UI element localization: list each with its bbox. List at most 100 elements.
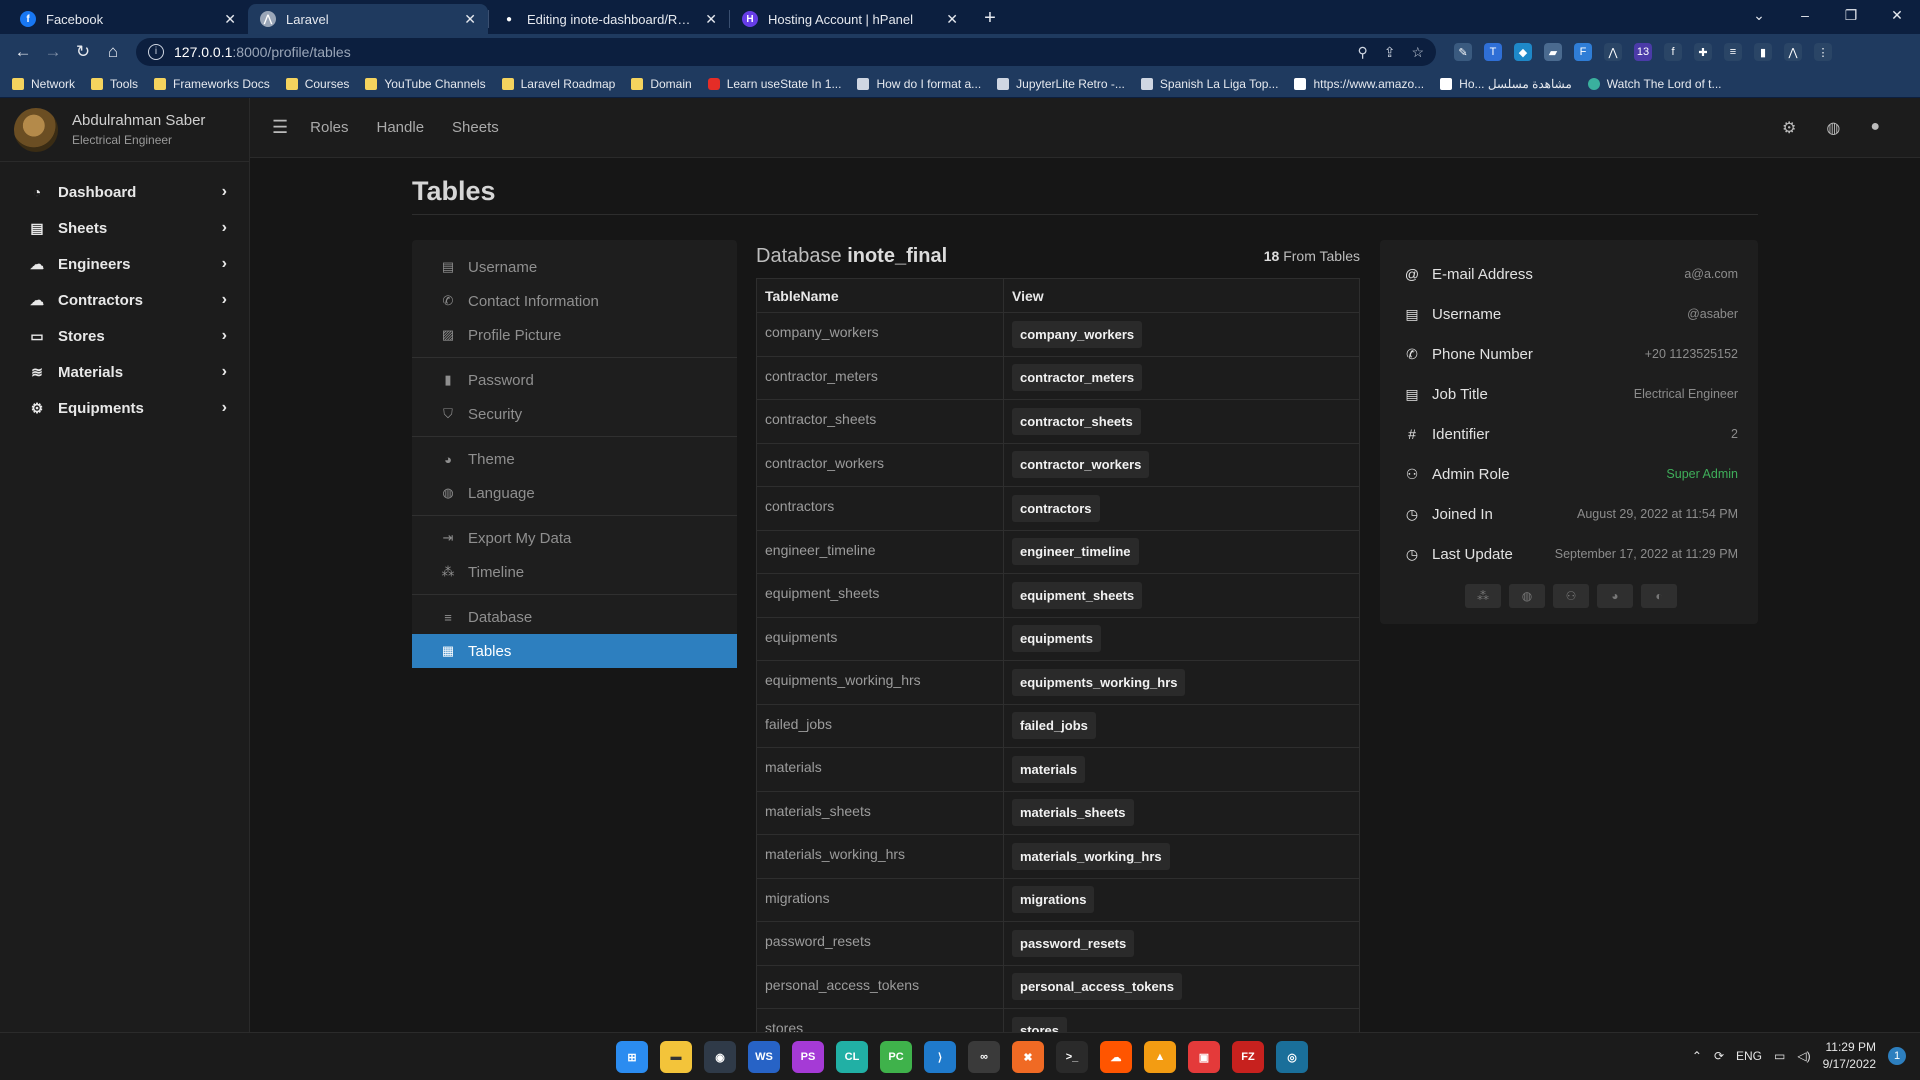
view-table-button[interactable]: stores [1012,1016,1068,1032]
minimize-button[interactable]: – [1782,0,1828,30]
extension-counter-icon[interactable]: 13 [1634,43,1652,61]
bookmark-item[interactable]: Network [12,77,75,91]
sidebar-item-materials[interactable]: ≋ Materials › [0,354,249,390]
extension-blue-icon[interactable]: ◆ [1514,43,1532,61]
view-table-button[interactable]: failed_jobs [1012,712,1096,740]
pycharm-icon[interactable]: PC [880,1041,912,1073]
sidebar-item-equipments[interactable]: ⚙ Equipments › [0,390,249,426]
app-blue-icon[interactable]: ◎ [1276,1041,1308,1073]
view-table-button[interactable]: materials [1012,755,1086,783]
sidebar-item-sheets[interactable]: ▤ Sheets › [0,210,249,246]
settings-item-timeline[interactable]: ⁂ Timeline [412,555,737,589]
language-icon[interactable]: ◐ [1641,584,1677,608]
bookmark-item[interactable]: https://www.amazo... [1294,77,1424,91]
side-panel-icon[interactable]: ▮ [1754,43,1772,61]
bookmark-star-icon[interactable]: ☆ [1411,44,1424,61]
address-bar[interactable]: i 127.0.0.1:8000/profile/tables ⚲ ⇪ ☆ [136,38,1436,66]
app-red-icon[interactable]: ▣ [1188,1041,1220,1073]
browser-tab[interactable]: f Facebook ✕ [8,4,248,34]
settings-item-database[interactable]: ≡ Database [412,600,737,634]
sidebar-item-contractors[interactable]: ☁ Contractors › [0,282,249,318]
bookmark-item[interactable]: Spanish La Liga Top... [1140,77,1278,91]
vscode-icon[interactable]: ⟩ [924,1041,956,1073]
account-user-icon[interactable]: ● [1870,118,1880,138]
sidebar-item-engineers[interactable]: ☁ Engineers › [0,246,249,282]
new-tab-button[interactable]: + [976,4,1004,32]
settings-item-password[interactable]: ▮ Password [412,363,737,397]
view-table-button[interactable]: equipments_working_hrs [1012,668,1186,696]
bookmark-item[interactable]: How do I format a... [857,77,981,91]
settings-gear-icon[interactable]: ⚙ [1782,118,1796,138]
bookmark-item[interactable]: Tools [91,77,138,91]
view-table-button[interactable]: contractors [1012,494,1100,522]
filezilla-icon[interactable]: FZ [1232,1041,1264,1073]
nav-link-handle[interactable]: Handle [377,119,425,136]
palette-icon[interactable]: ◕ [1597,584,1633,608]
clion-icon[interactable]: CL [836,1041,868,1073]
xampp-icon[interactable]: ✖ [1012,1041,1044,1073]
language-globe-icon[interactable]: ◍ [1826,118,1840,138]
sidebar-item-stores[interactable]: ▭ Stores › [0,318,249,354]
profile-icon[interactable]: ⋀ [1784,43,1802,61]
tables-list[interactable]: TableName View company_workers company_wo… [756,278,1360,1032]
bookmark-item[interactable]: Domain [631,77,692,91]
extension-pen-icon[interactable]: ✎ [1454,43,1472,61]
view-table-button[interactable]: contractor_meters [1012,364,1143,392]
restore-button[interactable]: ❐ [1828,0,1874,30]
reload-button[interactable]: ↻ [68,37,98,67]
volume-icon[interactable]: ◁) [1797,1049,1810,1063]
clock[interactable]: 11:29 PM 9/17/2022 [1823,1039,1876,1073]
close-tab-icon[interactable]: ✕ [705,11,717,28]
view-table-button[interactable]: contractor_workers [1012,451,1150,479]
settings-item-theme[interactable]: ◕ Theme [412,442,737,476]
forward-button[interactable]: → [38,37,68,67]
bookmark-item[interactable]: JupyterLite Retro -... [997,77,1125,91]
view-table-button[interactable]: contractor_sheets [1012,407,1141,435]
nav-link-roles[interactable]: Roles [310,119,348,136]
extensions-puzzle-icon[interactable]: ✚ [1694,43,1712,61]
view-table-button[interactable]: engineer_timeline [1012,538,1139,566]
file-explorer-icon[interactable]: ▬ [660,1041,692,1073]
back-button[interactable]: ← [8,37,38,67]
view-table-button[interactable]: personal_access_tokens [1012,973,1182,1001]
browser-tab[interactable]: ⋀ Laravel ✕ [248,4,488,34]
sidebar-item-dashboard[interactable]: ◔ Dashboard › [0,174,249,210]
tab-search-icon[interactable]: ⌄ [1736,0,1782,30]
extension-car-icon[interactable]: ▰ [1544,43,1562,61]
settings-item-username[interactable]: ▤ Username [412,250,737,284]
bookmark-item[interactable]: Ho... مشاهدة مسلسل [1440,77,1572,91]
webstorm-icon[interactable]: WS [748,1041,780,1073]
start-windows-icon[interactable]: ⊞ [616,1041,648,1073]
menu-kebab-icon[interactable]: ⋮ [1814,43,1832,61]
bookmark-item[interactable]: Courses [285,77,349,91]
extension-f-icon[interactable]: F [1574,43,1592,61]
extension-laravel-icon[interactable]: ⋀ [1604,43,1622,61]
bookmark-item[interactable]: Watch The Lord of t... [1587,77,1722,91]
terminal-icon[interactable]: >_ [1056,1041,1088,1073]
view-table-button[interactable]: password_resets [1012,929,1135,957]
browser-tab[interactable]: ● Editing inote-dashboard/READM ✕ [489,4,729,34]
bookmark-item[interactable]: Frameworks Docs [154,77,270,91]
browser-tab[interactable]: H Hosting Account | hPanel ✕ [730,4,970,34]
settings-item-profile-picture[interactable]: ▨ Profile Picture [412,318,737,352]
network-icon[interactable]: ▭ [1774,1049,1785,1063]
close-tab-icon[interactable]: ✕ [946,11,958,28]
timeline-icon[interactable]: ⁂ [1465,584,1501,608]
chrome-icon[interactable]: ◉ [704,1041,736,1073]
close-window-button[interactable]: ✕ [1874,0,1920,30]
menu-toggle-icon[interactable]: ☰ [272,117,288,138]
tray-chevron-icon[interactable]: ⌃ [1692,1049,1702,1063]
nav-link-sheets[interactable]: Sheets [452,119,499,136]
view-table-button[interactable]: materials_sheets [1012,799,1134,827]
bookmark-item[interactable]: YouTube Channels [365,77,486,91]
view-table-button[interactable]: company_workers [1012,320,1143,348]
users-icon[interactable]: ⚇ [1553,584,1589,608]
extension-translate-icon[interactable]: T [1484,43,1502,61]
close-tab-icon[interactable]: ✕ [224,11,236,28]
tray-lang[interactable]: ENG [1736,1049,1762,1063]
settings-item-security[interactable]: ⛉ Security [412,397,737,431]
notification-badge[interactable]: 1 [1888,1047,1906,1065]
close-tab-icon[interactable]: ✕ [464,11,476,28]
home-button[interactable]: ⌂ [98,37,128,67]
bookmark-item[interactable]: Learn useState In 1... [707,77,841,91]
